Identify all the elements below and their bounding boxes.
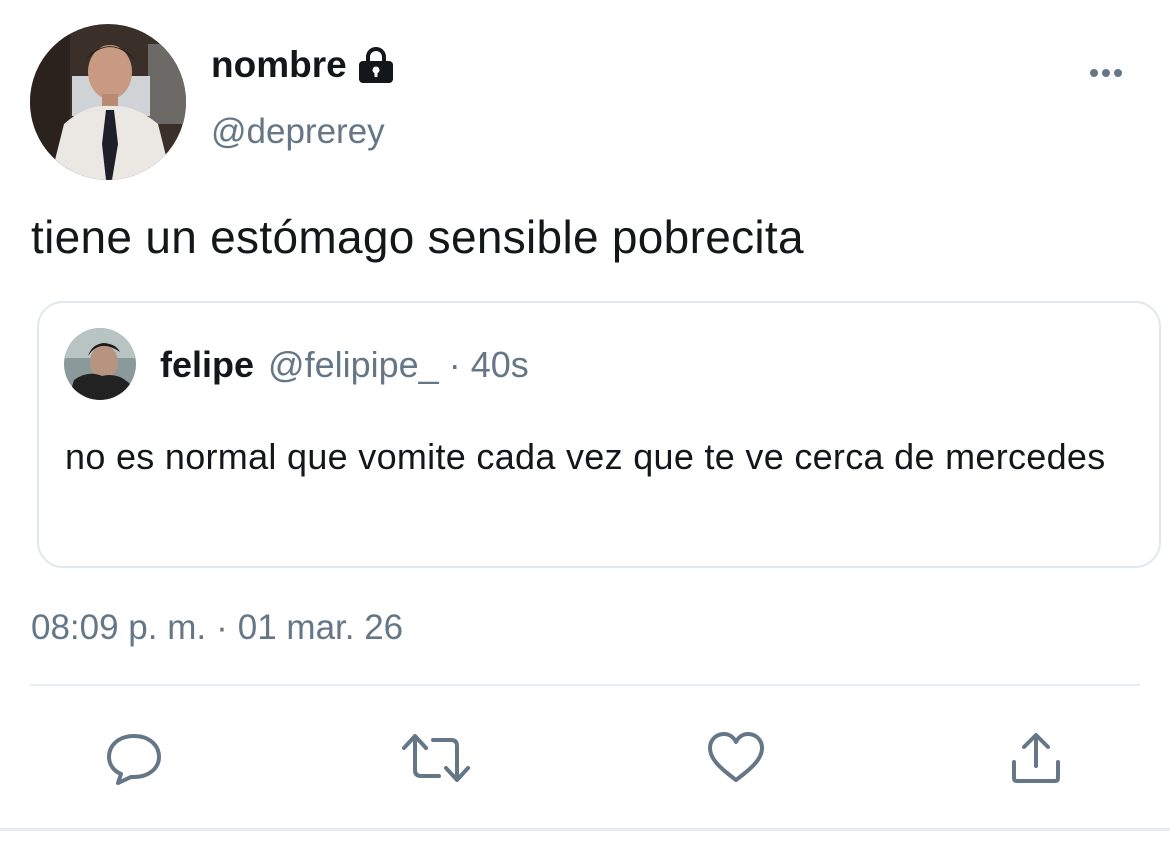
- quoted-separator: ·: [448, 344, 461, 385]
- author-avatar[interactable]: [30, 24, 186, 180]
- heart-icon: [708, 732, 764, 782]
- tweet-text: tiene un estómago sensible pobrecita: [31, 211, 804, 263]
- author-avatar-image: [30, 24, 186, 180]
- reply-icon: [107, 734, 161, 785]
- lock-icon: [356, 45, 396, 85]
- like-button[interactable]: [706, 730, 766, 786]
- author-display-name[interactable]: nombre: [211, 42, 396, 88]
- author-name-text: nombre: [211, 44, 347, 85]
- quoted-author-handle[interactable]: @felipipe_: [268, 343, 439, 387]
- reply-button[interactable]: [104, 730, 164, 786]
- share-button[interactable]: [1006, 730, 1066, 786]
- more-horizontal-icon[interactable]: [1082, 58, 1130, 88]
- timestamp-date: 01 mar. 26: [237, 608, 404, 647]
- retweet-icon: [402, 734, 470, 782]
- retweet-button[interactable]: [401, 730, 470, 786]
- tweet-timestamp[interactable]: 08:09 p. m. · 01 mar. 26: [31, 606, 403, 650]
- quoted-time: 40s: [470, 344, 529, 385]
- divider: [30, 684, 1140, 686]
- author-handle[interactable]: @deprerey: [211, 110, 385, 154]
- timestamp-separator: ·: [216, 608, 228, 647]
- timestamp-time: 08:09 p. m.: [31, 608, 207, 647]
- quoted-tweet-text: no es normal que vomite cada vez que te …: [65, 436, 1106, 477]
- share-icon: [1012, 733, 1060, 783]
- quoted-tweet-header: felipe @felipipe_ · 40s: [160, 343, 529, 387]
- quoted-author-avatar[interactable]: [64, 328, 136, 400]
- quoted-author-name[interactable]: felipe: [160, 343, 254, 387]
- quoted-tweet-card[interactable]: felipe @felipipe_ · 40s no es normal que…: [37, 301, 1161, 568]
- bottom-divider: [0, 828, 1170, 831]
- quoted-author-avatar-image: [64, 328, 136, 400]
